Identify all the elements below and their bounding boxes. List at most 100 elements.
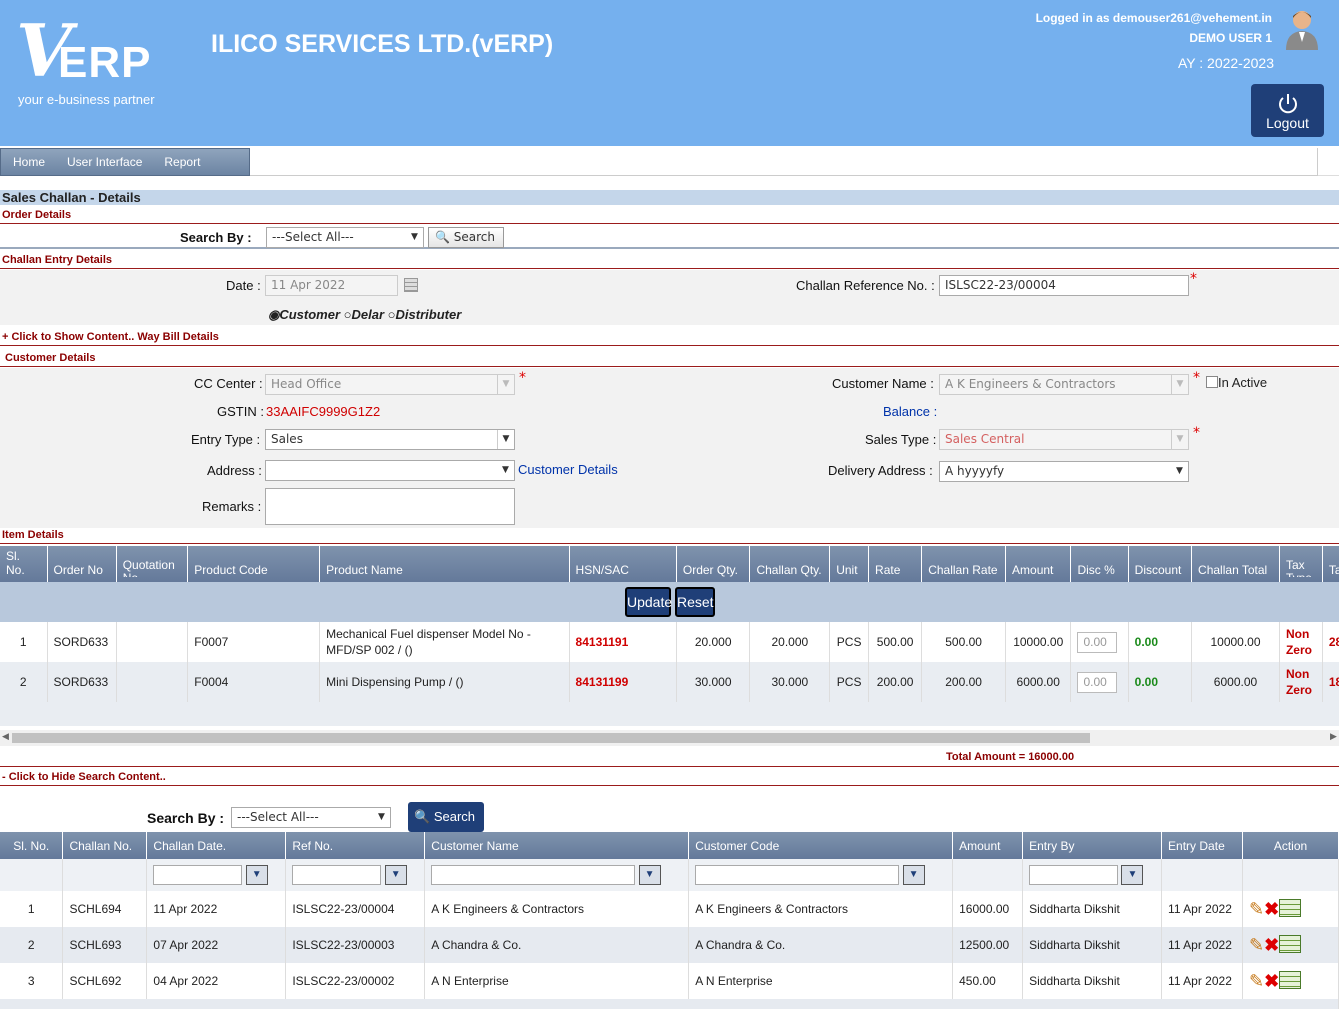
view-grid-icon[interactable] [1279, 934, 1302, 953]
item-tax-type: Non Zero [1279, 662, 1323, 702]
date-input[interactable]: 11 Apr 2022 [265, 275, 398, 296]
filter-input[interactable] [1029, 865, 1119, 885]
gstin-value: 33AAIFC9999G1Z2 [266, 404, 381, 419]
radio-delar[interactable]: ○ [344, 307, 352, 322]
update-button[interactable]: Update [625, 587, 672, 617]
list-col-customer-code: Customer Code [688, 832, 954, 859]
order-search-select[interactable]: ---Select All--- ▼ [266, 227, 424, 248]
item-quotation [116, 622, 189, 662]
edit-icon[interactable]: ✎ [1249, 899, 1264, 919]
radio-distributer[interactable]: ○ [388, 307, 396, 322]
filter-empty [0, 859, 64, 891]
item-amount: 6000.00 [1005, 662, 1072, 702]
filter-input[interactable] [695, 865, 900, 885]
filter-icon[interactable]: ▼ [902, 865, 925, 885]
filter-icon[interactable]: ▼ [638, 865, 661, 885]
list-amount: 12500.00 [952, 927, 1024, 963]
nav-report[interactable]: Report [152, 149, 210, 175]
table-row[interactable]: 1 SORD633 F0007 Mechanical Fuel dispense… [0, 622, 1339, 662]
challan-ref-label: Challan Reference No. : [796, 278, 935, 293]
radio-customer[interactable]: ◉ [268, 307, 279, 322]
entry-type-select[interactable]: Sales ▼ [265, 429, 515, 450]
filter-icon[interactable]: ▼ [245, 865, 268, 885]
filter-empty [1161, 859, 1243, 891]
delete-icon[interactable]: ✖ [1264, 935, 1279, 955]
filter-empty [62, 859, 148, 891]
filter-input[interactable] [431, 865, 636, 885]
view-grid-icon[interactable] [1279, 970, 1302, 989]
waybill-toggle[interactable]: + Click to Show Content.. Way Bill Detai… [0, 331, 1339, 346]
list-header-row: Sl. No. Challan No. Challan Date. Ref No… [0, 832, 1339, 859]
list-entry-by: Siddharta Dikshit [1022, 963, 1163, 999]
table-row[interactable]: 2 SORD633 F0004 Mini Dispensing Pump / (… [0, 662, 1339, 702]
remarks-textarea[interactable] [265, 488, 515, 525]
list-customer-code: A Chandra & Co. [688, 927, 954, 963]
delete-icon[interactable]: ✖ [1264, 971, 1279, 991]
col-tax-type-label: Tax Type [1285, 559, 1312, 577]
customer-details-link[interactable]: Customer Details [518, 462, 618, 477]
table-row[interactable]: 1 SCHL694 11 Apr 2022 ISLSC22-23/00004 A… [0, 891, 1339, 927]
scroll-left-icon[interactable]: ◀ [2, 732, 9, 742]
sales-type-select[interactable]: Sales Central ▼ [939, 429, 1189, 450]
edit-icon[interactable]: ✎ [1249, 935, 1264, 955]
order-search-button[interactable]: 🔍 Search [428, 227, 504, 248]
item-quotation [116, 662, 189, 702]
table-row[interactable]: 3 SCHL692 04 Apr 2022 ISLSC22-23/00002 A… [0, 963, 1339, 999]
item-order-no: SORD633 [47, 662, 117, 702]
col-product-name: Product Name [319, 546, 570, 582]
scroll-right-icon[interactable]: ▶ [1330, 732, 1337, 742]
list-challan-date: 07 Apr 2022 [146, 927, 287, 963]
item-discount: 0.00 [1128, 622, 1193, 662]
logout-button[interactable]: Logout [1251, 84, 1324, 137]
list-col-action: Action [1242, 832, 1339, 859]
nav-home[interactable]: Home [1, 149, 55, 175]
edit-icon[interactable]: ✎ [1249, 971, 1264, 991]
top-nav: Home User Interface Report [0, 148, 1339, 176]
customer-name-select[interactable]: A K Engineers & Contractors ▼ [939, 374, 1189, 395]
reset-button[interactable]: Reset [675, 587, 715, 617]
search-icon: 🔍 [435, 230, 450, 244]
filter-input[interactable] [153, 865, 243, 885]
item-unit: PCS [829, 622, 870, 662]
item-order-no: SORD633 [47, 622, 117, 662]
list-search-select[interactable]: ---Select All--- ▼ [231, 807, 391, 828]
partial-cell [0, 999, 1339, 1009]
challan-ref-input[interactable]: ISLSC22-23/00004 [939, 275, 1189, 296]
address-select[interactable]: ▼ [265, 460, 515, 481]
col-rate: Rate [868, 546, 923, 582]
col-sl: Sl. No. [0, 546, 48, 582]
list-search-button-label: Search [433, 809, 476, 824]
delete-icon[interactable]: ✖ [1264, 899, 1279, 919]
item-challan-rate: 500.00 [921, 622, 1007, 662]
scrollbar-thumb[interactable] [12, 733, 1090, 743]
inactive-checkbox[interactable] [1206, 376, 1218, 388]
filter-empty [952, 859, 1024, 891]
item-grid-wrap: Sl. No. Order No Quotation No. Product C… [0, 546, 1339, 746]
cc-center-select[interactable]: Head Office ▼ [265, 374, 515, 395]
horizontal-scrollbar[interactable]: ◀ ▶ [0, 730, 1339, 746]
col-tax-pct: Tax % [1322, 546, 1339, 582]
list-search-button[interactable]: 🔍 Search [408, 802, 484, 832]
hide-search-toggle[interactable]: - Click to Hide Search Content.. [0, 771, 1339, 786]
col-order-qty: Order Qty. [676, 546, 751, 582]
radio-customer-label: Customer [279, 307, 341, 322]
disc-pct-input[interactable]: 0.00 [1077, 671, 1118, 693]
col-hsn: HSN/SAC [569, 546, 677, 582]
list-col-entry-date: Entry Date [1161, 832, 1243, 859]
required-marker: * [1193, 370, 1200, 386]
delivery-address-select[interactable]: A hyyyyfy ▼ [939, 461, 1189, 482]
filter-icon[interactable]: ▼ [1121, 865, 1144, 885]
col-unit: Unit [829, 546, 870, 582]
filter-icon[interactable]: ▼ [384, 865, 407, 885]
disc-pct-input[interactable]: 0.00 [1077, 631, 1118, 653]
item-discount: 0.00 [1128, 662, 1193, 702]
view-grid-icon[interactable] [1279, 898, 1302, 917]
address-label: Address : [207, 463, 262, 478]
delivery-address-label: Delivery Address : [828, 463, 933, 478]
table-row[interactable]: 2 SCHL693 07 Apr 2022 ISLSC22-23/00003 A… [0, 927, 1339, 963]
filter-input[interactable] [292, 865, 382, 885]
logo-tagline: your e-business partner [18, 92, 155, 107]
nav-user-interface[interactable]: User Interface [55, 149, 152, 175]
item-tax-type: Non Zero [1279, 622, 1323, 662]
calendar-icon[interactable] [404, 278, 418, 292]
